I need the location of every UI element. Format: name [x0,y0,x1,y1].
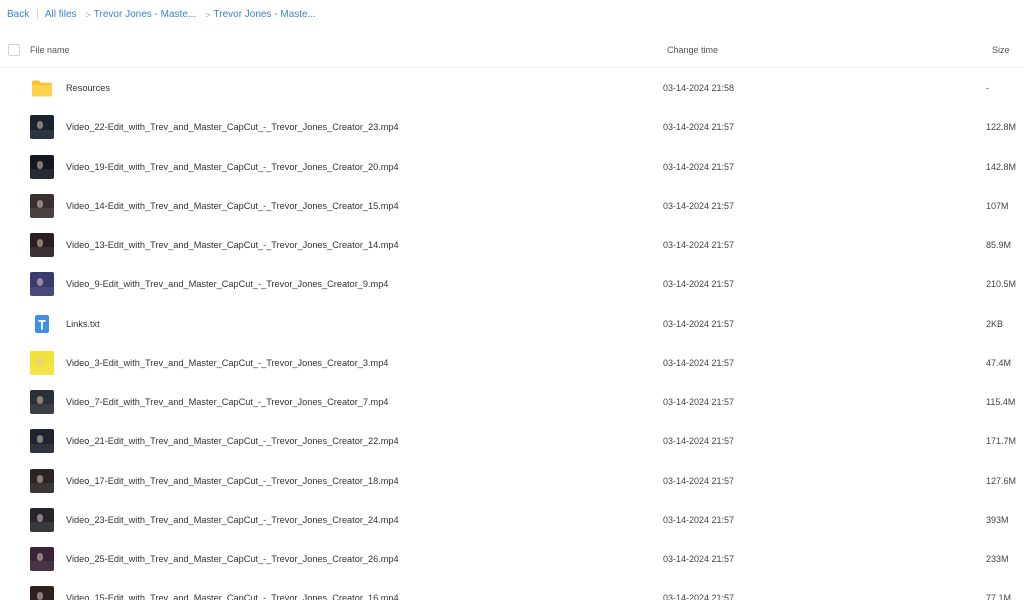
file-name[interactable]: Video_21-Edit_with_Trev_and_Master_CapCu… [66,436,399,446]
video-thumbnail [30,468,54,493]
file-name[interactable]: Resources [66,83,110,93]
file-size: 107M [986,200,1009,211]
change-time: 03-14-2024 21:57 [663,475,735,486]
file-size: 2KB [986,318,1004,329]
file-name[interactable]: Video_14-Edit_with_Trev_and_Master_CapCu… [66,201,399,211]
file-name[interactable]: Video_15-Edit_with_Trev_and_Master_CapCu… [66,593,399,600]
file-size: - [986,83,989,93]
file-name[interactable]: Video_17-Edit_with_Trev_and_Master_CapCu… [66,476,399,486]
table-row[interactable]: Video_23-Edit_with_Trev_and_Master_CapCu… [0,501,1024,540]
folder-icon [30,76,54,100]
table-row[interactable]: Video_14-Edit_with_Trev_and_Master_CapCu… [0,187,1024,226]
file-name[interactable]: Video_23-Edit_with_Trev_and_Master_CapCu… [66,515,399,525]
table-row[interactable]: Video_21-Edit_with_Trev_and_Master_CapCu… [0,422,1024,461]
file-size: 393M [986,514,1009,525]
file-name[interactable]: Links.txt [66,319,100,329]
select-all-checkbox[interactable] [8,44,20,56]
breadcrumb: Back | All files > Trevor Jones - Maste.… [7,9,316,20]
video-thumbnail [30,507,54,532]
file-name[interactable]: Video_9-Edit_with_Trev_and_Master_CapCut… [66,279,388,289]
change-time: 03-14-2024 21:57 [663,318,735,329]
file-name[interactable]: Video_19-Edit_with_Trev_and_Master_CapCu… [66,162,399,172]
file-name[interactable]: Video_7-Edit_with_Trev_and_Master_CapCut… [66,397,388,407]
back-link[interactable]: Back [7,9,29,20]
file-list: Resources 03-14-2024 21:58 - Video_22-Edit_… [0,69,1024,600]
video-thumbnail [30,154,54,179]
table-header: File name Change time Size [0,36,1024,68]
change-time: 03-14-2024 21:57 [663,514,735,525]
change-time: 03-14-2024 21:57 [663,279,735,290]
file-size: 47.4M [986,357,1012,368]
change-time: 03-14-2024 21:57 [663,436,735,447]
chevron-right-icon: > [85,9,91,20]
table-row[interactable]: Resources 03-14-2024 21:58 - [0,69,1024,108]
file-name[interactable]: Video_22-Edit_with_Trev_and_Master_CapCu… [66,122,399,132]
file-size: 77.1M [986,593,1012,600]
change-time: 03-14-2024 21:57 [663,357,735,368]
change-time: 03-14-2024 21:57 [663,397,735,407]
file-size: 85.9M [986,240,1012,250]
change-time: 03-14-2024 21:57 [663,122,735,133]
video-thumbnail [30,115,54,140]
change-time: 03-14-2024 21:57 [663,161,735,172]
file-size: 122.8M [986,122,1017,133]
table-row[interactable]: Video_25-Edit_with_Trev_and_Master_CapCu… [0,540,1024,579]
table-row[interactable]: Video_17-Edit_with_Trev_and_Master_CapCu… [0,462,1024,501]
video-thumbnail [30,193,54,218]
file-name[interactable]: Video_25-Edit_with_Trev_and_Master_CapCu… [66,554,399,564]
column-header-change-time[interactable]: Change time [667,45,718,55]
file-browser: Back | All files > Trevor Jones - Maste.… [0,0,1024,600]
file-name[interactable]: Video_13-Edit_with_Trev_and_Master_CapCu… [66,240,399,250]
table-row[interactable]: Video_22-Edit_with_Trev_and_Master_CapCu… [0,108,1024,147]
file-size: 233M [986,554,1009,564]
chevron-right-icon: > [205,9,211,20]
table-row[interactable]: Video_15-Edit_with_Trev_and_Master_CapCu… [0,579,1024,600]
all-files-link[interactable]: All files [45,9,77,20]
video-thumbnail [30,350,54,375]
change-time: 03-14-2024 21:57 [663,593,735,600]
video-thumbnail [30,429,54,454]
table-row[interactable]: Video_7-Edit_with_Trev_and_Master_CapCut… [0,383,1024,422]
column-header-file-name[interactable]: File name [30,45,70,55]
text-file-icon [30,312,54,336]
table-row[interactable]: Links.txt 03-14-2024 21:57 2KB [0,305,1024,344]
change-time: 03-14-2024 21:57 [663,554,735,564]
breadcrumb-folder-2[interactable]: Trevor Jones - Maste... [214,9,316,20]
file-size: 142.8M [986,161,1017,172]
change-time: 03-14-2024 21:57 [663,240,735,250]
video-thumbnail [30,272,54,297]
table-row[interactable]: Video_13-Edit_with_Trev_and_Master_CapCu… [0,226,1024,265]
breadcrumb-folder-1[interactable]: Trevor Jones - Maste... [94,9,196,20]
table-row[interactable]: Video_19-Edit_with_Trev_and_Master_CapCu… [0,148,1024,187]
change-time: 03-14-2024 21:57 [663,200,735,211]
breadcrumb-divider: | [36,9,39,20]
video-thumbnail [30,547,54,571]
video-thumbnail [30,586,54,600]
video-thumbnail [30,390,54,414]
file-size: 171.7M [986,436,1017,447]
file-size: 127.6M [986,475,1017,486]
file-name[interactable]: Video_3-Edit_with_Trev_and_Master_CapCut… [66,358,388,368]
file-size: 115.4M [986,397,1016,407]
table-row[interactable]: Video_9-Edit_with_Trev_and_Master_CapCut… [0,265,1024,304]
change-time: 03-14-2024 21:58 [663,83,735,93]
column-header-size[interactable]: Size [992,45,1010,55]
table-row[interactable]: Video_3-Edit_with_Trev_and_Master_CapCut… [0,344,1024,383]
video-thumbnail [30,233,54,257]
file-size: 210.5M [986,279,1017,290]
